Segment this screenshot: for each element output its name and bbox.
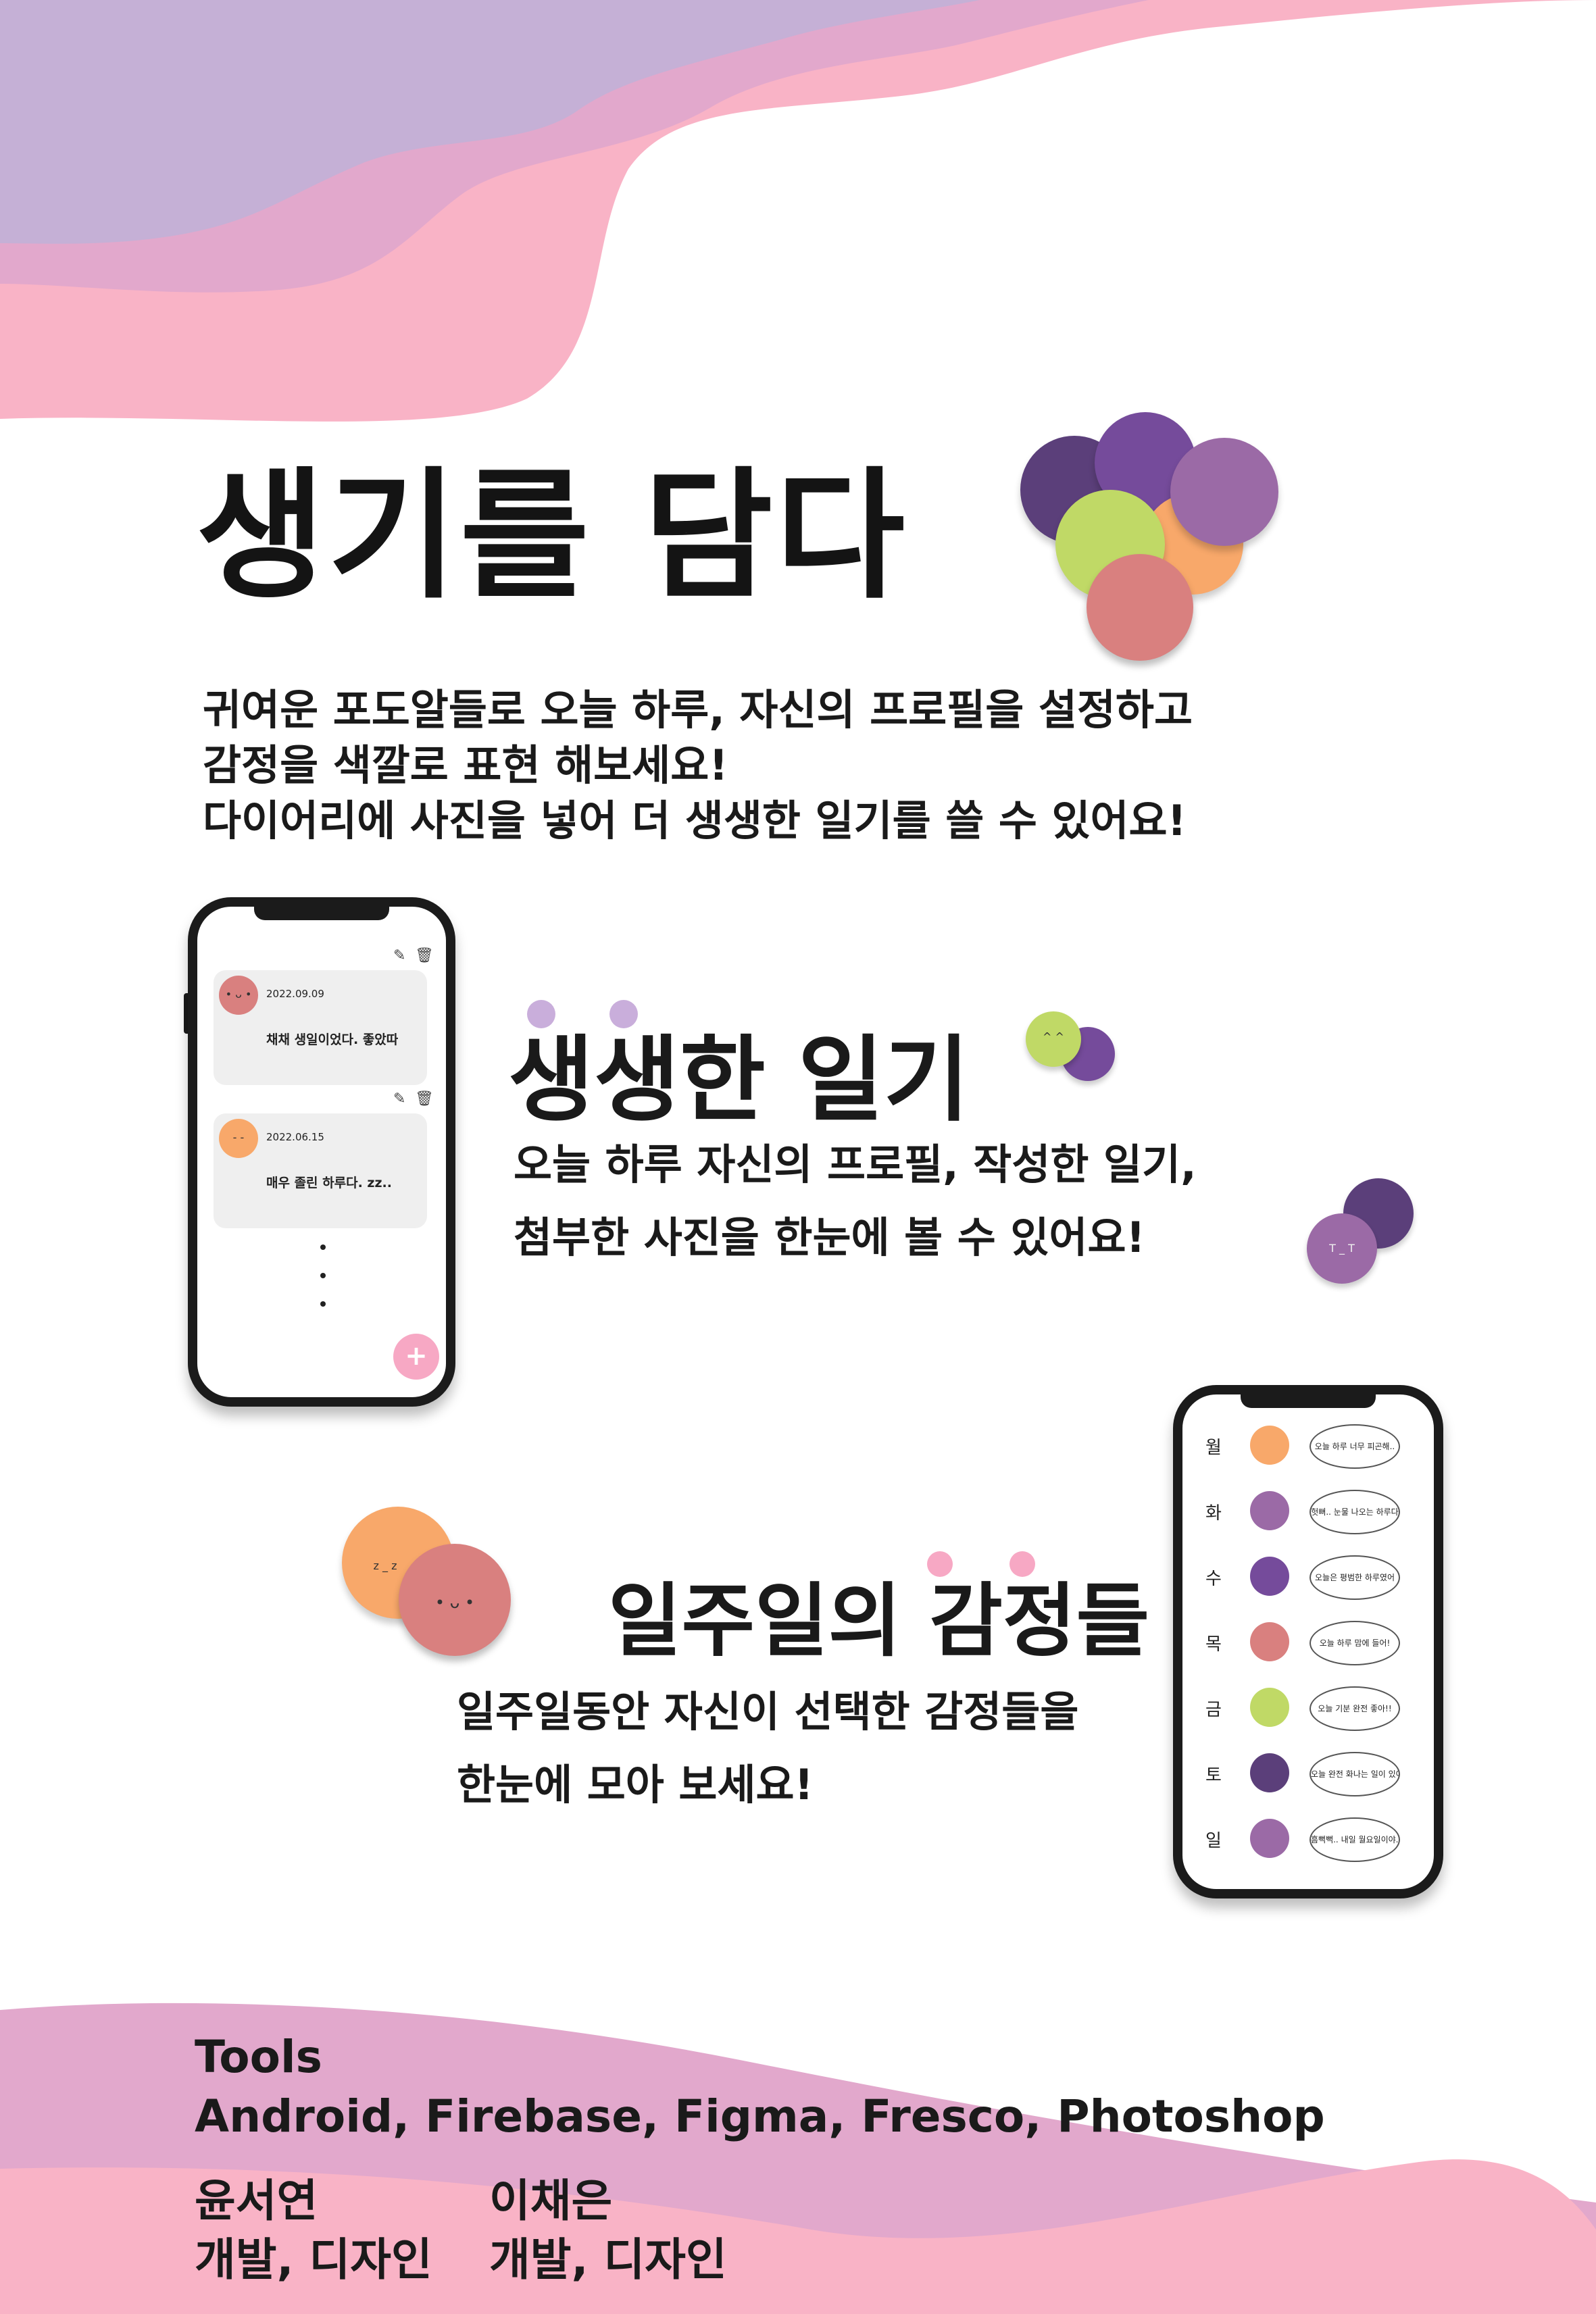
desc-line: 일주일동안 자신이 선택한 감정들을 [457,1687,1079,1736]
day-comment-bubble: 오늘 하루 너무 피곤해.. [1310,1424,1400,1469]
day-emotion-grape[interactable] [1250,1688,1289,1727]
tools-label: Tools [195,2031,322,2083]
day-label: 일 [1205,1831,1222,1851]
day-emotion-grape[interactable] [1250,1557,1289,1596]
grape-rose [1087,554,1193,661]
day-comment-bubble: 오늘 기분 완전 좋아!! [1310,1686,1400,1731]
day-label: 월 [1205,1438,1222,1458]
member-role: 개발, 디자인 [489,2234,727,2286]
more-dot [320,1244,326,1250]
week-phone-mockup: 월 오늘 하루 너무 피곤해.. 화 헛뻐.. 눈물 나오는 하루다수 오늘은 평범한 … [1173,1385,1443,1898]
desc-line: 첨부한 사진을 한눈에 볼 수 있어요! [514,1213,1145,1262]
phone-notch [1241,1390,1376,1408]
desc-line: 오늘 하루 자신의 프로필, 작성한 일기, [514,1140,1197,1189]
day-comment-bubble: 오늘 하루 맘에 들어! [1310,1621,1400,1665]
grape-violet [1170,438,1278,546]
grape-face: • ᴗ • [434,1593,475,1612]
member-role: 개발, 디자인 [195,2234,432,2286]
intro-line: 감정을 색깔로 표현 해보세요! [203,740,728,790]
day-comment-bubble: 헛뻐.. 눈물 나오는 하루다 [1310,1490,1400,1534]
day-label: 토 [1205,1765,1222,1786]
trash-icon[interactable]: 🗑 [415,947,434,964]
day-label: 수 [1205,1569,1222,1589]
day-emotion-grape[interactable] [1250,1426,1289,1465]
grape-face: T _ T [1329,1242,1355,1255]
trash-icon[interactable]: 🗑 [415,1090,434,1107]
intro-line: 귀여운 포도알들로 오늘 하루, 자신의 프로필을 설정하고 [203,685,1193,734]
desc-line: 한눈에 모아 보세요! [457,1760,814,1809]
member-name: 윤서연 [195,2175,318,2227]
deco-dot-lavender [609,1000,638,1028]
grape-cluster [1014,412,1297,669]
deco-dot-pink [927,1551,953,1577]
more-dot [320,1301,326,1307]
day-emotion-grape[interactable] [1250,1753,1289,1792]
entry-text: 채채 생일이었다. 좋았따 [266,1032,399,1047]
entry-face: • ᴗ • [225,988,252,1001]
member-name: 이채은 [489,2175,613,2227]
day-emotion-grape[interactable] [1250,1819,1289,1858]
grape-face: ^ ^ [1043,1030,1064,1043]
diary-phone-mockup: ✎ 🗑 • ᴗ • 2022.09.09 채채 생일이었다. 좋았따 ✎ 🗑 -… [188,897,455,1407]
day-comment-bubble: 오늘 완전 화나는 일이 있어! [1310,1752,1400,1796]
week-section-desc: 일주일동안 자신이 선택한 감정들을 한눈에 모아 보세요! [457,1676,1078,1821]
entry-face: - - [232,1131,245,1144]
day-label: 목 [1205,1634,1222,1655]
entry-date: 2022.06.15 [266,1131,324,1143]
diary-section-title: 생생한 일기 [508,1026,970,1134]
diary-section-desc: 오늘 하루 자신의 프로필, 작성한 일기, 첨부한 사진을 한눈에 볼 수 있… [514,1128,1197,1274]
diary-entry-card[interactable]: • ᴗ • 2022.09.09 채채 생일이었다. 좋았따 [214,970,427,1085]
deco-dot-lavender [527,1000,555,1028]
day-label: 화 [1205,1503,1222,1524]
more-dot [320,1273,326,1278]
day-emotion-grape[interactable] [1250,1622,1289,1661]
phone-notch [254,903,389,920]
week-section-title: 일주일의 감정들 [608,1574,1150,1667]
tools-list: Android, Firebase, Figma, Fresco, Photos… [195,2090,1325,2142]
add-entry-button[interactable]: + [393,1334,439,1380]
day-label: 금 [1205,1700,1222,1720]
day-emotion-grape[interactable] [1250,1491,1289,1530]
page-title: 생기를 담다 [196,455,908,618]
day-comment-bubble: 흠뻑뻑.. 내일 월요일이야.. [1310,1817,1400,1862]
intro-line: 다이어리에 사진을 넣어 더 생생한 일기를 쓸 수 있어요! [203,796,1187,845]
diary-entry-card[interactable]: - - 2022.06.15 매우 졸린 하루다. zz.. [214,1113,427,1228]
entry-date: 2022.09.09 [266,988,324,1000]
intro-text: 귀여운 포도알들로 오늘 하루, 자신의 프로필을 설정하고 감정을 색깔로 표… [203,682,1193,849]
edit-icon[interactable]: ✎ [393,1090,405,1107]
day-comment-bubble: 오늘은 평범한 하루였어 [1310,1555,1400,1600]
deco-dot-pink [1009,1551,1035,1577]
edit-icon[interactable]: ✎ [393,947,405,964]
entry-text: 매우 졸린 하루다. zz.. [266,1176,392,1190]
